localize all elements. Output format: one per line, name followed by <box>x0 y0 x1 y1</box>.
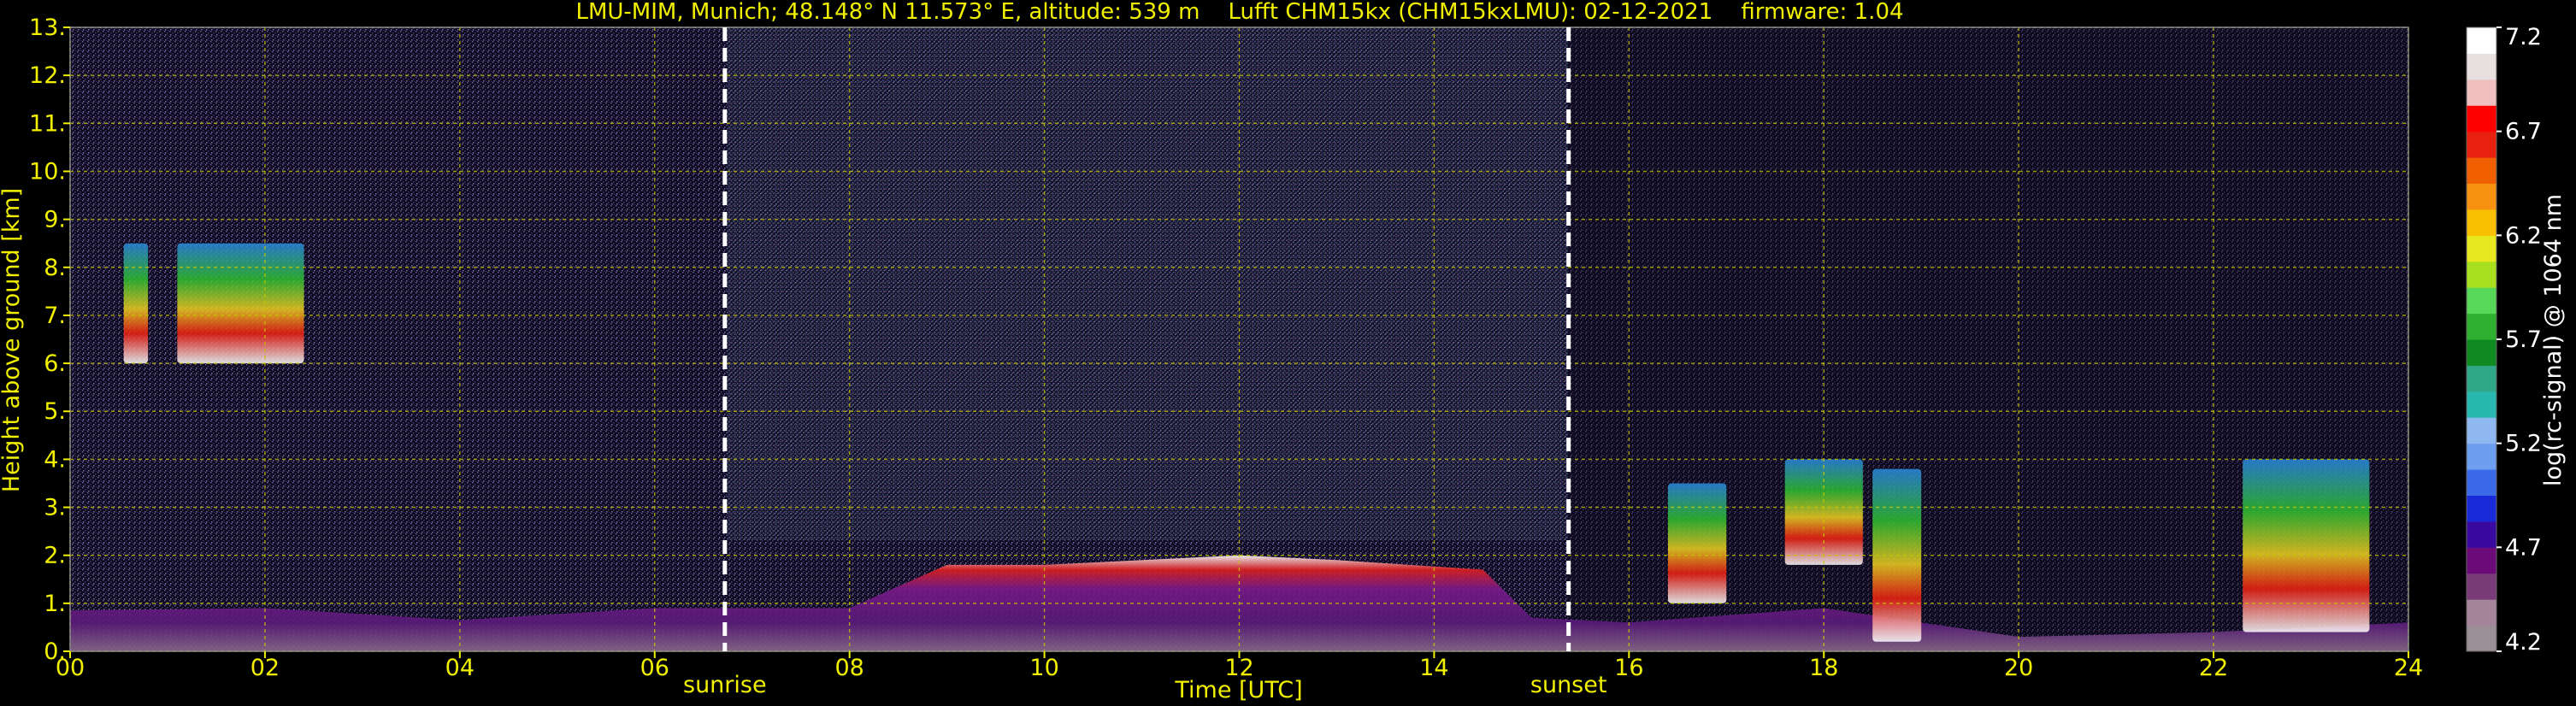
colorbar-segment <box>2467 443 2496 470</box>
colorbar-label: log(rc-signal) @ 1064 nm <box>2540 194 2567 486</box>
colorbar-segment <box>2467 157 2496 184</box>
colorbar-segment <box>2467 27 2496 54</box>
cloud-layer <box>1667 483 1727 603</box>
cloud-layer <box>2243 459 2370 632</box>
y-tick-label: 0. <box>44 638 66 665</box>
sunrise-label: sunrise <box>683 672 767 698</box>
colorbar-tick-label: 4.2 <box>2505 629 2542 656</box>
cloud-layer <box>123 243 149 364</box>
x-tick-label: 02 <box>251 655 280 681</box>
y-tick-label: 10. <box>29 158 66 185</box>
colorbar-segment <box>2467 391 2496 418</box>
sunset-label: sunset <box>1530 672 1607 698</box>
y-tick-label: 8. <box>44 255 66 281</box>
colorbar-segment <box>2467 573 2496 600</box>
y-tick-label: 12. <box>29 62 66 89</box>
colorbar-tick-label: 7.2 <box>2505 24 2542 50</box>
colorbar-segment <box>2467 469 2496 496</box>
colorbar-segment <box>2467 105 2496 132</box>
colorbar-segment <box>2467 521 2496 548</box>
x-axis-label: Time [UTC] <box>1174 677 1302 703</box>
colorbar-segment <box>2467 235 2496 262</box>
colorbar-segment <box>2467 79 2496 106</box>
x-tick-label: 06 <box>640 655 669 681</box>
y-tick-label: 7. <box>44 303 66 329</box>
x-tick-label: 14 <box>1419 655 1448 681</box>
colorbar-tick-label: 6.7 <box>2505 119 2542 145</box>
colorbar-segment <box>2467 313 2496 340</box>
chart-title: LMU-MIM, Munich; 48.148° N 11.573° E, al… <box>575 0 1903 25</box>
y-tick-label: 2. <box>44 543 66 569</box>
x-tick-label: 16 <box>1614 655 1643 681</box>
colorbar-segment <box>2467 417 2496 444</box>
colorbar-tick-label: 5.2 <box>2505 431 2542 457</box>
colorbar-segment <box>2467 209 2496 236</box>
y-tick-label: 1. <box>44 591 66 617</box>
x-tick-label: 24 <box>2394 655 2423 681</box>
y-tick-label: 13. <box>29 15 66 41</box>
colorbar-segment <box>2467 339 2496 366</box>
colorbar-tick-label: 4.7 <box>2505 534 2542 561</box>
x-tick-label: 22 <box>2199 655 2228 681</box>
colorbar-segment <box>2467 183 2496 210</box>
y-axis-label: Height above ground [km] <box>0 188 25 492</box>
colorbar: 4.2 4.7 5.2 5.7 6.2 6.7 7.2 <box>2466 24 2542 656</box>
colorbar-segment <box>2467 131 2496 158</box>
colorbar-segment <box>2467 53 2496 80</box>
y-tick-label: 5. <box>44 398 66 425</box>
y-tick-label: 3. <box>44 495 66 521</box>
daytime-noise-band <box>727 27 1568 540</box>
colorbar-segment <box>2467 287 2496 315</box>
colorbar-segment <box>2467 599 2496 627</box>
cloud-layer <box>177 243 304 364</box>
colorbar-tick-label: 6.2 <box>2505 222 2542 249</box>
x-tick-label: 10 <box>1029 655 1058 681</box>
y-axis-ticks: 0. 1. 2. 3. 4. 5. 6. 7. 8. 9. 10. 11. 12. 13. <box>29 15 70 665</box>
y-tick-label: 4. <box>44 446 66 473</box>
colorbar-segment <box>2467 261 2496 288</box>
colorbar-segment <box>2467 547 2496 574</box>
lidar-ceilometer-chart: sunrise sunset 00 02 04 06 08 10 12 14 16 18 20 22 24… <box>0 0 2567 703</box>
y-tick-label: 9. <box>44 207 66 233</box>
x-tick-label: 18 <box>1809 655 1838 681</box>
colorbar-segment <box>2467 625 2496 652</box>
x-tick-label: 04 <box>445 655 475 681</box>
x-tick-label: 20 <box>2004 655 2033 681</box>
colorbar-segment <box>2467 365 2496 392</box>
colorbar-segment <box>2467 495 2496 522</box>
colorbar-tick-label: 5.7 <box>2505 327 2542 353</box>
y-tick-label: 11. <box>29 110 66 137</box>
x-tick-label: 08 <box>834 655 864 681</box>
y-tick-label: 6. <box>44 350 66 377</box>
